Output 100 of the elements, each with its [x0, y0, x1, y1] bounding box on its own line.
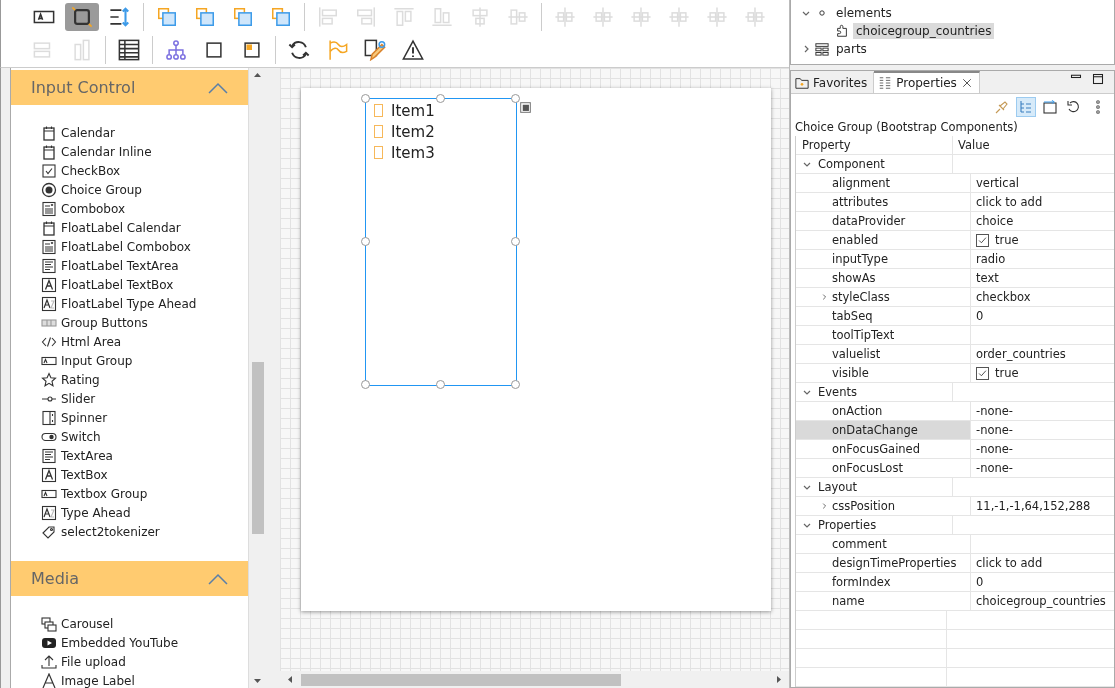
expand-icon[interactable]: [820, 501, 828, 511]
resize-handle[interactable]: [511, 94, 520, 103]
property-value[interactable]: order_countries: [976, 347, 1066, 361]
palette-item[interactable]: Switch: [61, 429, 101, 444]
palette-item[interactable]: FloatLabel Combobox: [61, 239, 191, 254]
property-name[interactable]: name: [832, 594, 865, 608]
scroll-thumb[interactable]: [301, 673, 621, 686]
palette-item[interactable]: Input Group: [61, 353, 133, 368]
property-value[interactable]: choicegroup_countries: [976, 594, 1106, 608]
palette-item[interactable]: Embedded YouTube: [61, 635, 179, 650]
checkbox[interactable]: [374, 146, 383, 159]
property-value[interactable]: -none-: [976, 404, 1013, 418]
palette-item[interactable]: Spinner: [61, 410, 108, 425]
property-value[interactable]: checkbox: [976, 290, 1031, 304]
palette-item[interactable]: Choice Group: [61, 182, 142, 197]
resize-handle[interactable]: [511, 380, 520, 389]
property-value[interactable]: radio: [976, 252, 1006, 266]
property-value[interactable]: -none-: [976, 461, 1013, 475]
resize-handle[interactable]: [436, 380, 445, 389]
property-value[interactable]: text: [976, 271, 999, 285]
property-value[interactable]: -none-: [976, 442, 1013, 456]
palette-item[interactable]: Type Ahead: [61, 505, 131, 520]
palette-item[interactable]: Slider: [61, 391, 96, 406]
palette-item[interactable]: FloatLabel Type Ahead: [61, 296, 197, 311]
property-name[interactable]: dataProvider: [832, 214, 906, 228]
property-name[interactable]: onAction: [832, 404, 883, 418]
property-name[interactable]: attributes: [832, 195, 889, 209]
tree-item[interactable]: parts: [833, 41, 870, 57]
carousel-icon: [41, 615, 57, 632]
property-name[interactable]: styleClass: [832, 290, 890, 304]
palette-item[interactable]: Calendar Inline: [61, 144, 152, 159]
checkbox[interactable]: [374, 104, 383, 117]
property-name[interactable]: enabled: [832, 233, 879, 247]
property-name[interactable]: onFocusLost: [832, 461, 903, 475]
toolbar-button[interactable]: [65, 2, 99, 31]
property-value[interactable]: click to add: [976, 195, 1043, 209]
property-value[interactable]: 0: [976, 309, 984, 323]
resize-handle[interactable]: [361, 237, 370, 246]
palette-item[interactable]: Carousel: [61, 616, 114, 631]
palette-item[interactable]: Image Label: [61, 673, 135, 688]
property-name[interactable]: valuelist: [832, 347, 881, 361]
property-name[interactable]: onFocusGained: [832, 442, 920, 456]
palette-item[interactable]: FloatLabel TextBox: [61, 277, 174, 292]
property-value[interactable]: click to add: [976, 556, 1043, 570]
layers-icon: [232, 5, 254, 28]
layers-icon: [270, 5, 292, 28]
checkbox[interactable]: [976, 366, 989, 380]
palette-item[interactable]: Calendar: [61, 125, 115, 140]
property-name[interactable]: toolTipText: [832, 328, 895, 342]
property-name[interactable]: cssPosition: [832, 499, 896, 513]
resize-handle[interactable]: [511, 237, 520, 246]
palette-item[interactable]: select2tokenizer: [61, 524, 160, 539]
upload-icon: [41, 653, 57, 670]
collapse-icon[interactable]: [208, 572, 228, 585]
property-name[interactable]: tabSeq: [832, 309, 873, 323]
palette-item[interactable]: FloatLabel Calendar: [61, 220, 181, 235]
distribute-icon: [744, 5, 766, 28]
palette-item[interactable]: CheckBox: [61, 163, 121, 178]
property-value[interactable]: 11,-1,-1,64,152,288: [976, 499, 1091, 513]
palette-item[interactable]: FloatLabel TextArea: [61, 258, 179, 273]
resize-handle[interactable]: [361, 94, 370, 103]
property-value[interactable]: vertical: [976, 176, 1019, 190]
column-header: Value: [958, 138, 990, 152]
grid-icon: [815, 42, 829, 56]
property-name[interactable]: designTimeProperties: [832, 556, 957, 570]
handle-icon[interactable]: [520, 102, 531, 113]
expand-icon[interactable]: [820, 292, 828, 302]
palette-item[interactable]: Rating: [61, 372, 100, 387]
scroll-thumb[interactable]: [251, 362, 264, 534]
palette-item[interactable]: TextBox: [61, 467, 108, 482]
tree-item[interactable]: elements: [833, 5, 895, 21]
property-name[interactable]: inputType: [832, 252, 888, 266]
palette-item[interactable]: Group Buttons: [61, 315, 148, 330]
property-name[interactable]: alignment: [832, 176, 891, 190]
property-name[interactable]: visible: [832, 366, 869, 380]
resize-handle[interactable]: [361, 380, 370, 389]
scrollbar[interactable]: [248, 68, 266, 688]
property-name[interactable]: formIndex: [832, 575, 891, 589]
palette-item[interactable]: Combobox: [61, 201, 126, 216]
palette-item[interactable]: File upload: [61, 654, 126, 669]
tab[interactable]: Properties: [874, 71, 980, 93]
text-area-icon: [41, 257, 57, 274]
maximize-icon[interactable]: [1092, 73, 1104, 85]
section-header[interactable]: Input Control: [11, 70, 248, 105]
resize-handle[interactable]: [436, 94, 445, 103]
property-name[interactable]: comment: [832, 537, 887, 551]
property-value[interactable]: choice: [976, 214, 1014, 228]
property-value[interactable]: 0: [976, 575, 984, 589]
palette-item[interactable]: Textbox Group: [61, 486, 148, 501]
checkbox[interactable]: [976, 233, 989, 247]
collapse-icon[interactable]: [208, 81, 228, 94]
property-value[interactable]: -none-: [976, 423, 1013, 437]
palette-item[interactable]: TextArea: [61, 448, 113, 463]
palette-item[interactable]: Html Area: [61, 334, 122, 349]
text-field-icon: [41, 295, 57, 312]
property-name[interactable]: showAs: [832, 271, 876, 285]
checkbox[interactable]: [374, 125, 383, 138]
tree-item[interactable]: choicegroup_countries: [853, 23, 995, 39]
section-header[interactable]: Media: [11, 561, 248, 596]
close-icon[interactable]: [960, 77, 973, 89]
